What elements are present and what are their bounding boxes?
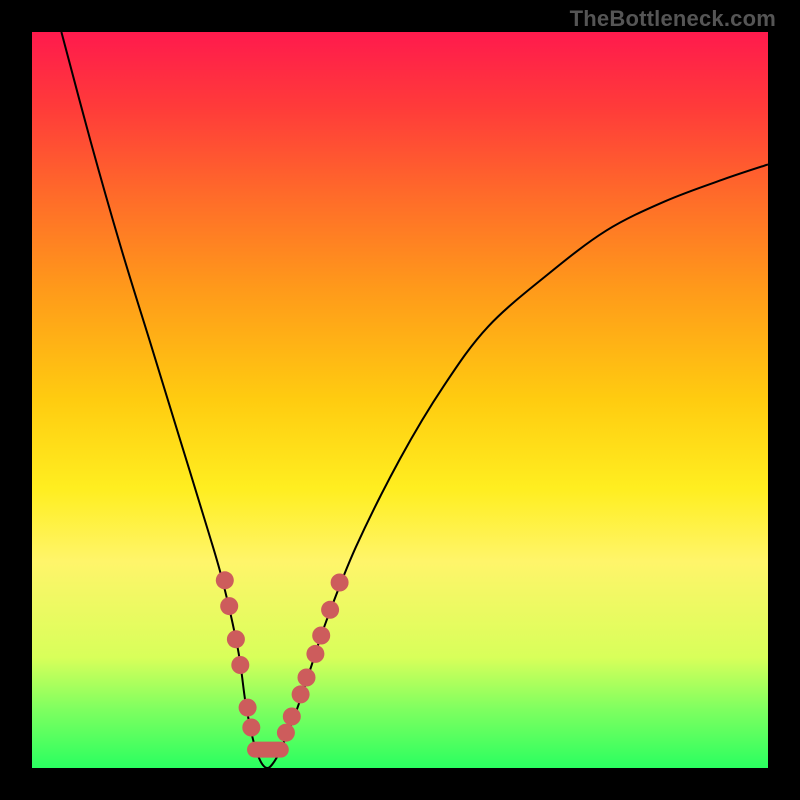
marker-dot <box>242 719 260 737</box>
marker-dot <box>277 724 295 742</box>
marker-dot <box>216 571 234 589</box>
marker-dot <box>283 708 301 726</box>
marker-dot <box>239 699 257 717</box>
bottleneck-curve <box>61 32 768 768</box>
highlight-markers <box>216 571 349 749</box>
marker-dot <box>220 597 238 615</box>
chart-frame: TheBottleneck.com <box>0 0 800 800</box>
marker-dot <box>331 574 349 592</box>
marker-dot <box>298 669 316 687</box>
marker-dot <box>312 627 330 645</box>
plot-svg <box>32 32 768 768</box>
marker-dot <box>231 656 249 674</box>
marker-dot <box>321 601 339 619</box>
marker-dot <box>292 685 310 703</box>
marker-dot <box>306 645 324 663</box>
marker-dot <box>227 630 245 648</box>
watermark-text: TheBottleneck.com <box>570 6 776 32</box>
